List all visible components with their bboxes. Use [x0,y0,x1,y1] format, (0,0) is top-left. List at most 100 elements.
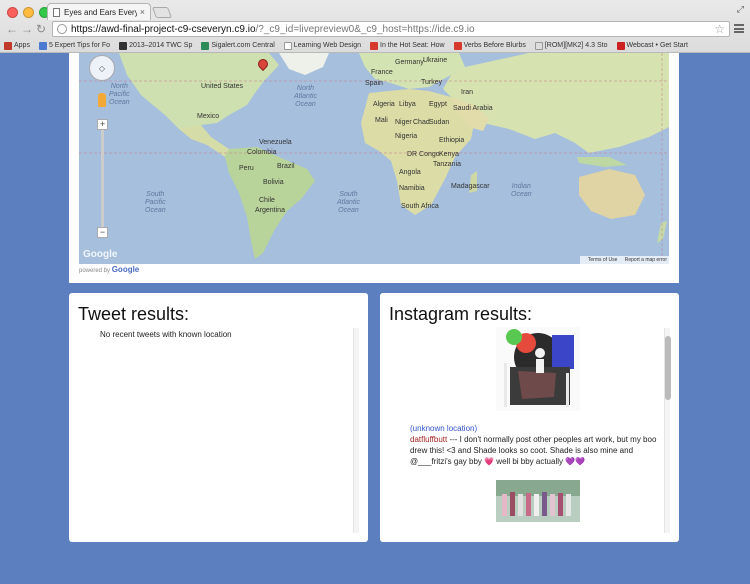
country-label: Saudi Arabia [453,105,493,112]
country-label: DR Congo [407,151,440,158]
map-panel: North Pacific Ocean North Atlantic Ocean Sou… [69,53,679,283]
country-label: Brazil [277,163,295,170]
country-label: South Africa [401,203,439,210]
country-label: Angola [399,169,421,176]
page-info-icon[interactable] [57,24,67,34]
tweet-results-heading: Tweet results: [78,304,190,324]
country-label: Chad [413,119,430,126]
country-label: Spain [365,80,383,87]
country-label: Algeria [373,101,395,108]
zoom-out-button[interactable]: − [97,227,108,238]
world-map[interactable]: North Pacific Ocean North Atlantic Ocean Sou… [79,53,669,264]
chrome-menu-icon[interactable] [734,24,744,33]
map-footer: Terms of Use Report a map error [579,256,669,264]
country-label: France [371,69,393,76]
instagram-scroll-thumb[interactable] [665,336,671,400]
ocean-label: North Atlantic Ocean [294,85,317,108]
tweet-scrollbar[interactable] [353,328,359,533]
new-tab-button[interactable] [151,7,173,18]
window-controls [7,7,50,18]
address-bar[interactable]: https://awd-final-project-c9-cseveryn.c9… [52,21,730,37]
country-label: Chile [259,197,275,204]
back-icon[interactable]: ← [6,22,18,36]
country-label: Germany [395,59,424,66]
post-username-link[interactable]: datfluffbutt [410,435,447,444]
zoom-slider-track[interactable] [101,130,104,230]
navigation-bar: ← → ↻ https://awd-final-project-c9-cseve… [0,21,750,39]
bookmark-item[interactable]: 5 Expert Tips for Fo [38,41,110,50]
bookmark-item[interactable]: Apps [4,41,30,50]
minimize-window-button[interactable] [23,7,34,18]
report-error-link[interactable]: Report a map error [625,257,667,263]
country-label: Colombia [247,149,277,156]
url-path: /?_c9_id=livepreview0&_c9_host=https://i… [255,23,475,35]
bookmark-favicon [201,41,210,50]
forward-icon[interactable]: → [21,22,33,36]
bookmark-favicon [370,41,378,50]
bookmark-item[interactable]: 2013–2014 TWC Sp [119,41,192,50]
bookmark-item[interactable]: Sigalert.com Central [201,41,275,50]
country-label: Mali [375,117,388,124]
apps-icon [4,41,12,50]
powered-by-google: powered by Google [79,265,140,274]
instagram-scrollbar[interactable] [664,328,671,533]
country-label: Tanzania [433,161,462,168]
bookmark-item[interactable]: In the Hot Seat: How [370,41,445,50]
country-label: Mexico [197,113,220,120]
instagram-post-caption: (unknown location) datfluffbutt --- I do… [410,423,668,467]
bookmark-item[interactable]: [ROM][MK2] 4.3 Sto [534,41,608,50]
bookmark-favicon [453,41,462,50]
country-label: Argentina [255,207,285,214]
country-label: United States [201,83,244,90]
bookmark-item[interactable]: Webcast • Get Start [616,41,688,50]
country-label: Egypt [429,101,447,108]
ocean-label: Indian Ocean [511,183,532,198]
reload-icon[interactable]: ↻ [36,22,46,36]
country-label: Libya [399,101,416,108]
close-window-button[interactable] [7,7,18,18]
bookmark-favicon [38,41,47,50]
browser-tab[interactable]: Eyes and Ears Everywhere × [47,3,151,20]
google-map-logo: Google [83,249,118,260]
ocean-label: North Pacific Ocean [109,83,130,106]
bookmark-favicon [534,41,543,50]
country-label: Venezuela [259,139,292,146]
bookmark-item[interactable]: Verbs Before Blurbs [453,41,526,50]
artwork-thumbnail [496,327,580,411]
tweet-results-panel: Tweet results: No recent tweets with kno… [69,293,368,542]
post-location-link[interactable]: (unknown location) [410,423,668,434]
browser-chrome: Eyes and Ears Everywhere × ⤢ ← → ↻ https… [0,0,750,53]
country-label: Peru [239,165,254,172]
instagram-post-image[interactable] [496,480,580,522]
bookmark-star-icon[interactable]: ☆ [714,22,725,36]
country-label: Ethiopia [439,137,465,144]
close-tab-icon[interactable]: × [140,7,145,17]
instagram-results-heading: Instagram results: [389,304,533,324]
terms-link[interactable]: Terms of Use [588,257,617,263]
tab-title: Eyes and Ears Everywhere [64,7,137,17]
bookmark-favicon [616,41,625,50]
street-view-pegman-icon[interactable] [98,93,106,107]
instagram-results-panel: Instagram results: (unknown location) da… [380,293,679,542]
country-label: Kenya [439,151,459,158]
bookmark-item[interactable]: Learning Web Design [283,41,361,50]
bookmark-favicon [283,41,292,50]
pan-control[interactable]: ◇ [89,55,115,81]
bookmarks-bar: Apps 5 Expert Tips for Fo 2013–2014 TWC … [0,39,750,52]
country-label: Turkey [421,79,443,86]
group-photo-thumbnail [496,480,580,522]
page-icon [53,7,60,17]
ocean-label: South Pacific Ocean [145,191,166,214]
ocean-label: South Atlantic Ocean [337,191,360,214]
country-label: Bolivia [263,179,284,186]
country-label: Niger [395,119,412,126]
country-label: Sudan [429,119,450,126]
country-label: Namibia [399,185,425,192]
country-label: Nigeria [395,133,418,140]
fullscreen-icon[interactable]: ⤢ [737,4,744,15]
tweet-empty-message: No recent tweets with known location [100,330,232,339]
instagram-post-image[interactable] [496,327,580,411]
country-label: Ukraine [423,57,448,64]
zoom-in-button[interactable]: + [97,119,108,130]
country-label: Iran [461,89,474,96]
